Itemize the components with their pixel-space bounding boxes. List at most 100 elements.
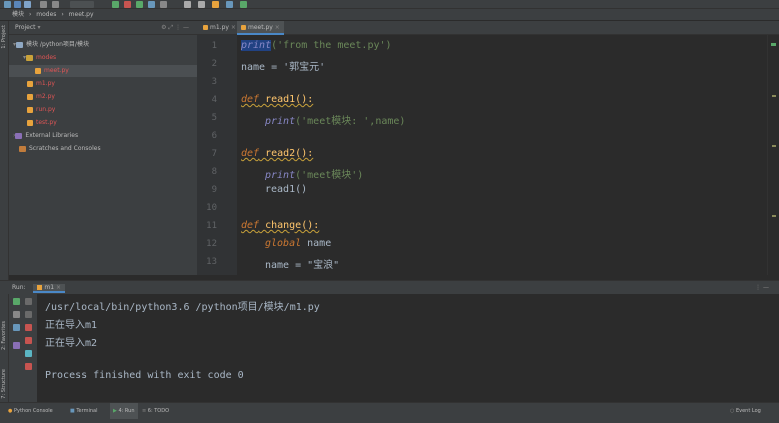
line-number: 13	[206, 257, 217, 267]
vcs-icon[interactable]	[212, 1, 219, 8]
stop-icon[interactable]	[13, 311, 20, 318]
close-run-icon[interactable]	[25, 350, 32, 357]
code-editor[interactable]: print('from the meet.py') name = '郭宝元' d…	[237, 35, 767, 275]
code-line: print('meet模块')	[265, 170, 364, 181]
event-log-tab[interactable]: ○ Event Log	[730, 403, 761, 419]
tree-item-run-py[interactable]: run.py	[9, 104, 197, 116]
warning-marker[interactable]	[772, 215, 776, 217]
tree-item-test-py[interactable]: test.py	[9, 117, 197, 129]
settings-icon[interactable]	[13, 342, 20, 349]
plugin-icon[interactable]	[240, 1, 247, 8]
python-file-icon	[27, 93, 33, 100]
coverage-icon[interactable]	[136, 1, 143, 8]
editor-tabs: m1.py × meet.py ×	[197, 21, 779, 35]
code-line: global name	[265, 238, 332, 249]
python-file-icon	[37, 285, 43, 290]
breadcrumb-item[interactable]: 模块	[12, 11, 24, 18]
sync-icon[interactable]	[24, 1, 31, 8]
editor-scrollbar[interactable]	[767, 35, 779, 275]
structure-tool-tab[interactable]: 7: Structure	[1, 369, 7, 399]
breadcrumb-item[interactable]: meet.py	[69, 11, 94, 18]
code-line: name = '郭宝元'	[241, 62, 326, 73]
code-line: print('meet模块: ',name)	[265, 116, 406, 127]
debug-icon[interactable]	[124, 1, 131, 8]
panel-options-icon[interactable]: ⋮ —	[755, 281, 769, 295]
line-number: 2	[211, 59, 217, 69]
code-line: def read2():	[241, 148, 314, 159]
print-icon[interactable]	[25, 337, 32, 344]
back-icon[interactable]	[40, 1, 47, 8]
run-tab[interactable]: m1 ×	[33, 284, 65, 293]
console-line: 正在导入m1	[45, 320, 98, 331]
project-tool-tab[interactable]: 1: Project	[1, 25, 7, 49]
tree-item-scratches[interactable]: Scratches and Consoles	[9, 143, 197, 155]
event-log-icon: ○	[730, 408, 735, 414]
tree-item-external-libraries[interactable]: › External Libraries	[9, 130, 197, 142]
breadcrumb-separator: ›	[28, 11, 32, 18]
pin-icon[interactable]	[13, 324, 20, 331]
console-line: /usr/local/bin/python3.6 /python项目/模块/m1…	[45, 302, 320, 313]
python-file-icon	[35, 67, 41, 74]
line-number: 8	[211, 167, 217, 177]
settings-icon[interactable]	[184, 1, 191, 8]
project-view-dropdown[interactable]: Project	[15, 24, 36, 31]
profile-icon[interactable]	[148, 1, 155, 8]
python-file-icon	[27, 106, 33, 113]
line-number: 7	[211, 149, 217, 159]
save-icon[interactable]	[14, 1, 21, 8]
concurrency-icon[interactable]	[160, 1, 167, 8]
favorites-tool-tab[interactable]: 2: Favorites	[1, 321, 7, 350]
python-file-icon	[241, 25, 246, 30]
tool-window-bar: ● Python Console ■ Terminal ▶ 4: Run ≡ 6…	[0, 402, 779, 423]
breadcrumb-separator: ›	[61, 11, 64, 18]
todo-icon: ≡	[142, 408, 147, 414]
python-console-tab[interactable]: ● Python Console	[8, 403, 53, 419]
scratches-icon	[19, 145, 26, 152]
tree-item-root[interactable]: ▾ 模块 /python项目/模块	[9, 39, 197, 51]
panel-options-icon[interactable]: ⚙ ⤢ ⋮ —	[161, 21, 189, 35]
main-toolbar	[0, 0, 779, 9]
folder-icon	[16, 41, 24, 48]
tree-item-m1-py[interactable]: m1.py	[9, 78, 197, 90]
line-number: 4	[211, 95, 217, 105]
scroll-down-icon[interactable]	[25, 311, 32, 318]
run-toolbar	[9, 294, 37, 402]
line-number: 3	[211, 77, 217, 87]
rerun-icon[interactable]	[13, 298, 20, 305]
tree-item-meet-py[interactable]: meet.py	[9, 65, 197, 77]
todo-tab[interactable]: ≡ 6: TODO	[142, 403, 169, 419]
line-number: 1	[211, 41, 217, 51]
python-file-icon	[203, 25, 208, 30]
run-tool-tab[interactable]: ▶ 4: Run	[110, 403, 138, 419]
scroll-up-icon[interactable]	[25, 298, 32, 305]
search-icon[interactable]	[198, 1, 205, 8]
python-file-icon	[27, 119, 33, 126]
tab-m1-py[interactable]: m1.py ×	[199, 21, 240, 35]
warning-marker[interactable]	[772, 95, 776, 97]
open-icon[interactable]	[4, 1, 11, 8]
run-label: Run:	[12, 284, 26, 291]
run-icon[interactable]	[112, 1, 119, 8]
close-icon[interactable]: ×	[275, 24, 280, 31]
soft-wrap-icon[interactable]	[25, 324, 32, 331]
line-number-gutter: 1 2 3 4 5 6 7 8 9 10 11 12 13	[197, 35, 237, 275]
python-icon: ●	[8, 408, 13, 414]
breadcrumb-item[interactable]: modes	[36, 11, 56, 18]
close-icon[interactable]: ×	[231, 24, 236, 31]
structure-icon[interactable]	[226, 1, 233, 8]
run-config-dropdown[interactable]	[70, 1, 94, 8]
forward-icon[interactable]	[52, 1, 59, 8]
warning-marker[interactable]	[772, 145, 776, 147]
folder-icon	[26, 54, 34, 61]
code-line: name = "宝浪"	[265, 260, 340, 271]
left-tool-stripe: 1: Project 2: Favorites 7: Structure	[0, 21, 9, 413]
delete-icon[interactable]	[25, 363, 32, 370]
terminal-tab[interactable]: ■ Terminal	[70, 403, 97, 419]
run-console[interactable]: /usr/local/bin/python3.6 /python项目/模块/m1…	[37, 294, 779, 402]
close-icon[interactable]: ×	[56, 284, 61, 291]
tree-item-modes[interactable]: ▾ modes	[9, 52, 197, 64]
line-number: 10	[206, 203, 217, 213]
line-number: 11	[206, 221, 217, 231]
tab-meet-py[interactable]: meet.py ×	[237, 21, 284, 35]
tree-item-m2-py[interactable]: m2.py	[9, 91, 197, 103]
